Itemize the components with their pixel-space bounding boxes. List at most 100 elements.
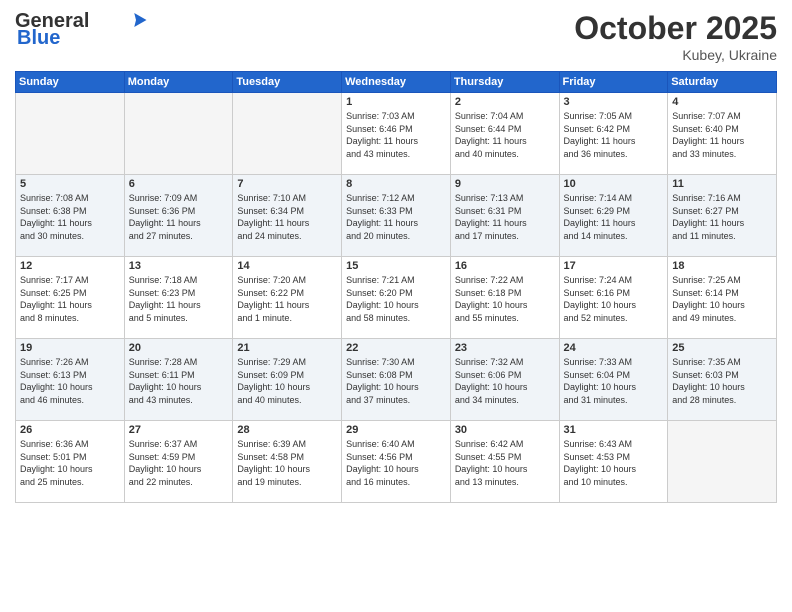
day-number: 12 bbox=[20, 260, 120, 272]
day-info: Sunrise: 7:07 AM Sunset: 6:40 PM Dayligh… bbox=[672, 110, 772, 160]
day-number: 11 bbox=[672, 178, 772, 190]
day-info: Sunrise: 7:26 AM Sunset: 6:13 PM Dayligh… bbox=[20, 356, 120, 406]
calendar-day-cell: 4 Sunrise: 7:07 AM Sunset: 6:40 PM Daylig… bbox=[668, 93, 777, 175]
calendar-day-cell: 1 Sunrise: 7:03 AM Sunset: 6:46 PM Daylig… bbox=[342, 93, 451, 175]
calendar-day-cell: 13 Sunrise: 7:18 AM Sunset: 6:23 PM Dayli… bbox=[124, 257, 233, 339]
calendar-day-cell: 30 Sunrise: 6:42 AM Sunset: 4:55 PM Dayli… bbox=[450, 421, 559, 503]
day-info: Sunrise: 7:25 AM Sunset: 6:14 PM Dayligh… bbox=[672, 274, 772, 324]
day-info: Sunrise: 7:30 AM Sunset: 6:08 PM Dayligh… bbox=[346, 356, 446, 406]
calendar-day-cell: 28Sunrise: 6:39 AM Sunset: 4:58 PM Dayli… bbox=[233, 421, 342, 503]
location: Kubey, Ukraine bbox=[574, 47, 777, 63]
day-info: Sunrise: 6:42 AM Sunset: 4:55 PM Dayligh… bbox=[455, 438, 555, 488]
day-number: 18 bbox=[672, 260, 772, 272]
day-info: Sunrise: 6:43 AM Sunset: 4:53 PM Dayligh… bbox=[564, 438, 664, 488]
calendar-day-cell: 8 Sunrise: 7:12 AM Sunset: 6:33 PM Daylig… bbox=[342, 175, 451, 257]
day-info: Sunrise: 7:35 AM Sunset: 6:03 PM Dayligh… bbox=[672, 356, 772, 406]
day-number: 6 bbox=[129, 178, 229, 190]
day-number: 13 bbox=[129, 260, 229, 272]
day-number: 19 bbox=[20, 342, 120, 354]
day-number: 27 bbox=[129, 424, 229, 436]
day-number: 8 bbox=[346, 178, 446, 190]
weekday-header-row: Sunday Monday Tuesday Wednesday Thursday… bbox=[16, 72, 777, 93]
day-info: Sunrise: 7:03 AM Sunset: 6:46 PM Dayligh… bbox=[346, 110, 446, 160]
calendar-day-cell: 17Sunrise: 7:24 AM Sunset: 6:16 PM Dayli… bbox=[559, 257, 668, 339]
day-info: Sunrise: 7:29 AM Sunset: 6:09 PM Dayligh… bbox=[237, 356, 337, 406]
day-info: Sunrise: 7:09 AM Sunset: 6:36 PM Dayligh… bbox=[129, 192, 229, 242]
day-info: Sunrise: 7:16 AM Sunset: 6:27 PM Dayligh… bbox=[672, 192, 772, 242]
day-info: Sunrise: 6:37 AM Sunset: 4:59 PM Dayligh… bbox=[129, 438, 229, 488]
calendar-week-row: 1 Sunrise: 7:03 AM Sunset: 6:46 PM Daylig… bbox=[16, 93, 777, 175]
day-number: 30 bbox=[455, 424, 555, 436]
calendar-day-cell: 27 Sunrise: 6:37 AM Sunset: 4:59 PM Dayli… bbox=[124, 421, 233, 503]
calendar-day-cell: 11 Sunrise: 7:16 AM Sunset: 6:27 PM Dayli… bbox=[668, 175, 777, 257]
calendar-day-cell: 24Sunrise: 7:33 AM Sunset: 6:04 PM Dayli… bbox=[559, 339, 668, 421]
calendar-table: Sunday Monday Tuesday Wednesday Thursday… bbox=[15, 71, 777, 503]
calendar-day-cell bbox=[233, 93, 342, 175]
day-number: 15 bbox=[346, 260, 446, 272]
day-number: 31 bbox=[564, 424, 664, 436]
day-number: 22 bbox=[346, 342, 446, 354]
header-sunday: Sunday bbox=[16, 72, 125, 93]
day-number: 9 bbox=[455, 178, 555, 190]
day-info: Sunrise: 7:10 AM Sunset: 6:34 PM Dayligh… bbox=[237, 192, 337, 242]
day-info: Sunrise: 7:21 AM Sunset: 6:20 PM Dayligh… bbox=[346, 274, 446, 324]
calendar-day-cell: 22 Sunrise: 7:30 AM Sunset: 6:08 PM Dayli… bbox=[342, 339, 451, 421]
header-tuesday: Tuesday bbox=[233, 72, 342, 93]
day-info: Sunrise: 7:12 AM Sunset: 6:33 PM Dayligh… bbox=[346, 192, 446, 242]
calendar-day-cell: 31 Sunrise: 6:43 AM Sunset: 4:53 PM Dayli… bbox=[559, 421, 668, 503]
calendar-page: General Blue October 2025 Kubey, Ukraine… bbox=[0, 0, 792, 612]
header-monday: Monday bbox=[124, 72, 233, 93]
header-saturday: Saturday bbox=[668, 72, 777, 93]
calendar-day-cell bbox=[124, 93, 233, 175]
calendar-week-row: 19 Sunrise: 7:26 AM Sunset: 6:13 PM Dayli… bbox=[16, 339, 777, 421]
day-number: 28 bbox=[237, 424, 337, 436]
day-number: 21 bbox=[237, 342, 337, 354]
calendar-day-cell: 25 Sunrise: 7:35 AM Sunset: 6:03 PM Dayli… bbox=[668, 339, 777, 421]
calendar-day-cell: 18 Sunrise: 7:25 AM Sunset: 6:14 PM Dayli… bbox=[668, 257, 777, 339]
day-number: 3 bbox=[564, 96, 664, 108]
day-number: 5 bbox=[20, 178, 120, 190]
day-number: 16 bbox=[455, 260, 555, 272]
day-info: Sunrise: 7:05 AM Sunset: 6:42 PM Dayligh… bbox=[564, 110, 664, 160]
day-number: 14 bbox=[237, 260, 337, 272]
day-number: 1 bbox=[346, 96, 446, 108]
calendar-day-cell: 21 Sunrise: 7:29 AM Sunset: 6:09 PM Dayli… bbox=[233, 339, 342, 421]
calendar-day-cell: 29 Sunrise: 6:40 AM Sunset: 4:56 PM Dayli… bbox=[342, 421, 451, 503]
calendar-day-cell bbox=[16, 93, 125, 175]
calendar-week-row: 5 Sunrise: 7:08 AM Sunset: 6:38 PM Daylig… bbox=[16, 175, 777, 257]
day-number: 2 bbox=[455, 96, 555, 108]
day-info: Sunrise: 7:32 AM Sunset: 6:06 PM Dayligh… bbox=[455, 356, 555, 406]
day-info: Sunrise: 6:36 AM Sunset: 5:01 PM Dayligh… bbox=[20, 438, 120, 488]
day-info: Sunrise: 7:28 AM Sunset: 6:11 PM Dayligh… bbox=[129, 356, 229, 406]
day-info: Sunrise: 7:17 AM Sunset: 6:25 PM Dayligh… bbox=[20, 274, 120, 324]
day-info: Sunrise: 7:18 AM Sunset: 6:23 PM Dayligh… bbox=[129, 274, 229, 324]
day-info: Sunrise: 7:13 AM Sunset: 6:31 PM Dayligh… bbox=[455, 192, 555, 242]
month-title: October 2025 bbox=[574, 10, 777, 47]
calendar-day-cell: 7 Sunrise: 7:10 AM Sunset: 6:34 PM Daylig… bbox=[233, 175, 342, 257]
day-number: 23 bbox=[455, 342, 555, 354]
calendar-day-cell: 20Sunrise: 7:28 AM Sunset: 6:11 PM Dayli… bbox=[124, 339, 233, 421]
day-number: 10 bbox=[564, 178, 664, 190]
calendar-day-cell: 16Sunrise: 7:22 AM Sunset: 6:18 PM Dayli… bbox=[450, 257, 559, 339]
day-info: Sunrise: 7:08 AM Sunset: 6:38 PM Dayligh… bbox=[20, 192, 120, 242]
calendar-day-cell: 26Sunrise: 6:36 AM Sunset: 5:01 PM Dayli… bbox=[16, 421, 125, 503]
calendar-day-cell: 3 Sunrise: 7:05 AM Sunset: 6:42 PM Daylig… bbox=[559, 93, 668, 175]
day-number: 7 bbox=[237, 178, 337, 190]
calendar-day-cell: 14Sunrise: 7:20 AM Sunset: 6:22 PM Dayli… bbox=[233, 257, 342, 339]
calendar-day-cell: 12 Sunrise: 7:17 AM Sunset: 6:25 PM Dayli… bbox=[16, 257, 125, 339]
day-info: Sunrise: 7:14 AM Sunset: 6:29 PM Dayligh… bbox=[564, 192, 664, 242]
calendar-week-row: 26Sunrise: 6:36 AM Sunset: 5:01 PM Dayli… bbox=[16, 421, 777, 503]
day-number: 25 bbox=[672, 342, 772, 354]
logo-icon bbox=[125, 13, 147, 27]
title-block: October 2025 Kubey, Ukraine bbox=[574, 10, 777, 63]
day-info: Sunrise: 6:40 AM Sunset: 4:56 PM Dayligh… bbox=[346, 438, 446, 488]
day-number: 29 bbox=[346, 424, 446, 436]
logo-blue: Blue bbox=[17, 27, 60, 50]
calendar-day-cell: 9 Sunrise: 7:13 AM Sunset: 6:31 PM Daylig… bbox=[450, 175, 559, 257]
day-info: Sunrise: 7:04 AM Sunset: 6:44 PM Dayligh… bbox=[455, 110, 555, 160]
calendar-day-cell: 10 Sunrise: 7:14 AM Sunset: 6:29 PM Dayli… bbox=[559, 175, 668, 257]
day-number: 4 bbox=[672, 96, 772, 108]
calendar-day-cell: 5 Sunrise: 7:08 AM Sunset: 6:38 PM Daylig… bbox=[16, 175, 125, 257]
day-number: 17 bbox=[564, 260, 664, 272]
day-number: 24 bbox=[564, 342, 664, 354]
